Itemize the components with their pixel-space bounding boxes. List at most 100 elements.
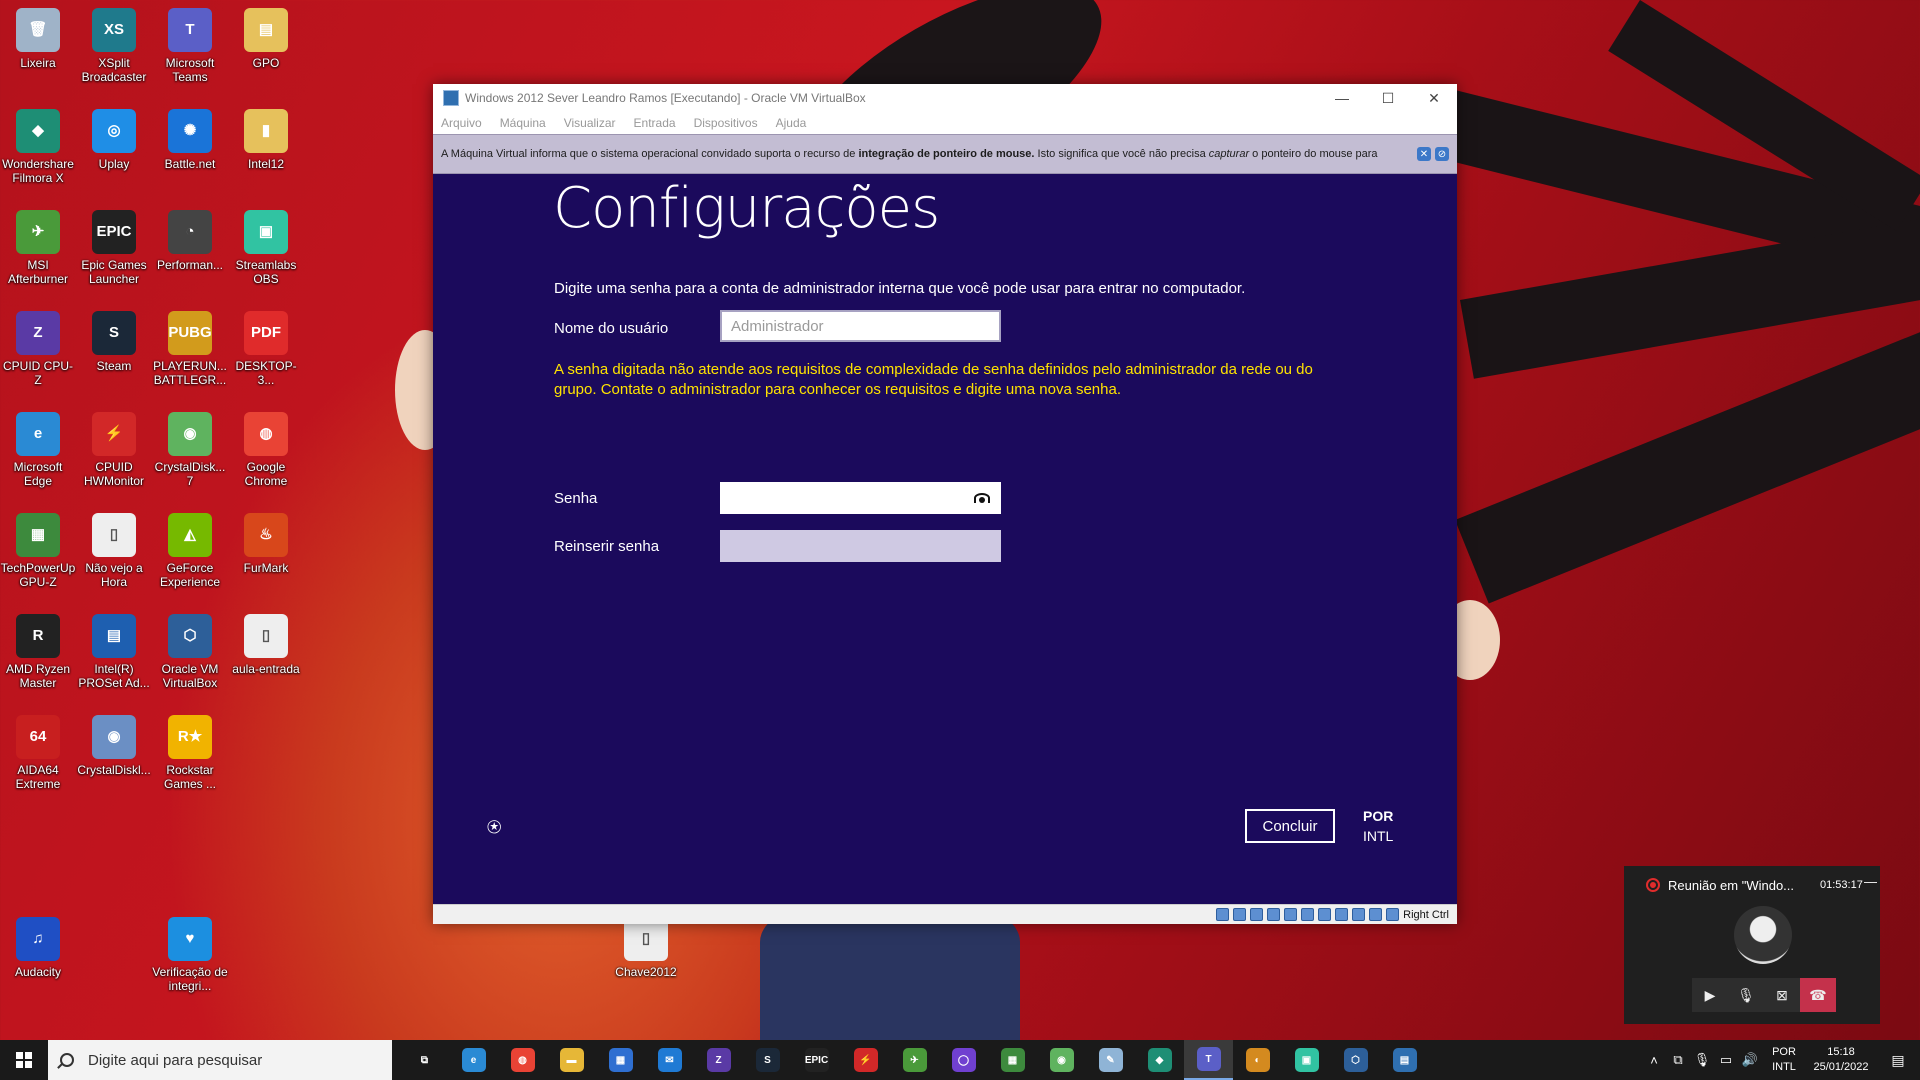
menu-visualizar[interactable]: Visualizar [564,116,616,130]
desktop-icon[interactable]: EPIC Epic Games Launcher [76,210,152,286]
taskbar-app-notepad[interactable]: ✎ [1086,1040,1135,1080]
desktop-icon[interactable]: ✺ Battle.net [152,109,228,171]
desktop-icon[interactable]: ♥ Verificação de integri... [152,917,228,993]
taskbar-app-task-view[interactable]: ⧉ [400,1040,449,1080]
hard-disk-icon[interactable] [1216,908,1230,921]
hang-up-icon[interactable]: ☎ [1800,978,1836,1012]
taskbar-app-streamlabs[interactable]: ▣ [1282,1040,1331,1080]
desktop-icon[interactable]: S Steam [76,311,152,373]
notice-close-icon[interactable]: ✕ [1417,147,1431,161]
taskbar-app-gpu-z[interactable]: ▦ [988,1040,1037,1080]
taskbar-app-teams[interactable]: T [1184,1040,1233,1080]
desktop-icon[interactable]: Z CPUID CPU-Z [0,311,76,387]
desktop-icon[interactable]: PDF DESKTOP-3... [228,311,304,387]
desktop-icon[interactable]: PUBG PLAYERUN... BATTLEGR... [152,311,228,387]
desktop-icon[interactable]: ◭ GeForce Experience [152,513,228,589]
taskbar-app-epic[interactable]: EPIC [792,1040,841,1080]
taskbar-app-msi-afterburner[interactable]: ✈ [890,1040,939,1080]
desktop-icon[interactable]: ◍ Google Chrome [228,412,304,488]
window-title-bar[interactable]: Windows 2012 Sever Leandro Ramos [Execut… [433,84,1457,112]
notice-mute-icon[interactable]: ⊘ [1435,147,1449,161]
desktop-icon[interactable]: ◔ Performan... [152,210,228,272]
taskbar-app-overwolf[interactable]: ◐ [1233,1040,1282,1080]
desktop-icon[interactable]: ▤ GPO [228,8,304,70]
desktop-icon[interactable]: T Microsoft Teams [152,8,228,84]
close-button[interactable]: ✕ [1411,84,1457,112]
taskbar-app-vm-window[interactable]: ▤ [1380,1040,1429,1080]
recording-icon[interactable] [1335,908,1349,921]
taskbar-app-obs[interactable]: ◯ [939,1040,988,1080]
virtualbox-window[interactable]: Windows 2012 Sever Leandro Ramos [Execut… [433,84,1457,924]
menu-ajuda[interactable]: Ajuda [776,116,807,130]
display-icon[interactable] [1318,908,1332,921]
desktop-icon[interactable]: 🗑 Lixeira [0,8,76,70]
desktop-icon[interactable]: ◉ CrystalDisk... 7 [152,412,228,488]
microphone-tray-icon[interactable]: 🎙 [1690,1052,1714,1068]
taskbar-app-store[interactable]: ▦ [596,1040,645,1080]
volume-icon[interactable]: 🔊 [1738,1052,1762,1068]
taskbar-app-steam[interactable]: S [743,1040,792,1080]
menu-maquina[interactable]: Máquina [500,116,546,130]
network-tray-icon[interactable]: ▭ [1714,1052,1738,1068]
taskbar-app-hwmonitor[interactable]: ⚡ [841,1040,890,1080]
desktop-icon[interactable]: ▯ Chave2012 [608,917,684,979]
shared-folders-icon[interactable] [1301,908,1315,921]
desktop-icon[interactable]: ⬡ Oracle VM VirtualBox [152,614,228,690]
minimize-button[interactable]: — [1319,84,1365,112]
usb-icon[interactable] [1284,908,1298,921]
maximize-button[interactable]: ☐ [1365,84,1411,112]
camera-icon[interactable]: ▶ [1692,978,1728,1012]
taskbar-app-cpu-z[interactable]: Z [694,1040,743,1080]
repassword-input[interactable] [720,530,1001,562]
taskbar-app-crystaldisk[interactable]: ◉ [1037,1040,1086,1080]
desktop-icon[interactable]: ◆ Wondershare Filmora X [0,109,76,185]
mouse-integration-icon[interactable] [1369,908,1383,921]
desktop-icon[interactable]: ▤ Intel(R) PROSet Ad... [76,614,152,690]
taskbar-app-edge[interactable]: e [449,1040,498,1080]
vt-x-icon[interactable] [1352,908,1366,921]
input-language[interactable]: POR INTL [1762,1045,1806,1075]
desktop-icon[interactable]: ▯ aula-entrada [228,614,304,676]
optical-drive-icon[interactable] [1233,908,1247,921]
password-input[interactable] [720,482,1001,514]
desktop-icon[interactable]: ◎ Uplay [76,109,152,171]
notification-center-icon[interactable]: ▤ [1876,1052,1920,1069]
taskbar-app-file-explorer[interactable]: ▬ [547,1040,596,1080]
clock[interactable]: 15:18 25/01/2022 [1806,1045,1876,1075]
menu-dispositivos[interactable]: Dispositivos [694,116,758,130]
share-screen-icon[interactable]: ⊠ [1764,978,1800,1012]
desktop-icon[interactable]: ♨ FurMark [228,513,304,575]
desktop-icon[interactable]: ▣ Streamlabs OBS [228,210,304,286]
language-indicator[interactable]: POR INTL [1363,806,1393,846]
taskbar-app-virtualbox[interactable]: ⬡ [1331,1040,1380,1080]
desktop-icon[interactable]: ▦ TechPowerUp GPU-Z [0,513,76,589]
desktop-icon[interactable]: XS XSplit Broadcaster [76,8,152,84]
desktop-icon[interactable]: 64 AIDA64 Extreme [0,715,76,791]
desktop-icon[interactable]: ◉ CrystalDiskl... [76,715,152,777]
minimize-meeting-button[interactable]: — [1864,874,1877,889]
desktop-icon[interactable]: R★ Rockstar Games ... [152,715,228,791]
taskbar-app-mail[interactable]: ✉ [645,1040,694,1080]
taskbar-app-chrome[interactable]: ◍ [498,1040,547,1080]
meet-now-icon[interactable]: ⧉ [1666,1052,1690,1068]
desktop-icon[interactable]: ✈ MSI Afterburner [0,210,76,286]
audio-icon[interactable] [1250,908,1264,921]
taskbar-search-box[interactable]: Digite aqui para pesquisar [48,1040,392,1080]
desktop-icon[interactable]: ⚡ CPUID HWMonitor [76,412,152,488]
taskbar-app-filmora[interactable]: ◆ [1135,1040,1184,1080]
microphone-icon[interactable]: 🎙 [1728,978,1764,1012]
meeting-mini-window[interactable]: Reunião em "Windo... 01:53:17 — ▶ 🎙 ⊠ ☎ [1624,866,1880,1024]
finish-button[interactable]: Concluir [1244,808,1336,844]
guest-screen[interactable]: Configurações Digite uma senha para a co… [433,174,1457,904]
chevron-up-icon[interactable]: ˄ [1642,1053,1666,1068]
menu-entrada[interactable]: Entrada [634,116,676,130]
desktop-icon[interactable]: e Microsoft Edge [0,412,76,488]
desktop-icon[interactable]: ▮ Intel12 [228,109,304,171]
desktop-icon[interactable]: ▯ Não vejo a Hora [76,513,152,589]
network-icon[interactable] [1267,908,1281,921]
ease-of-access-icon[interactable]: ⍟ [487,814,501,842]
desktop-icon[interactable]: ♫ Audacity [0,917,76,979]
start-button[interactable] [0,1040,48,1080]
menu-arquivo[interactable]: Arquivo [441,116,482,130]
desktop-icon[interactable]: R AMD Ryzen Master [0,614,76,690]
